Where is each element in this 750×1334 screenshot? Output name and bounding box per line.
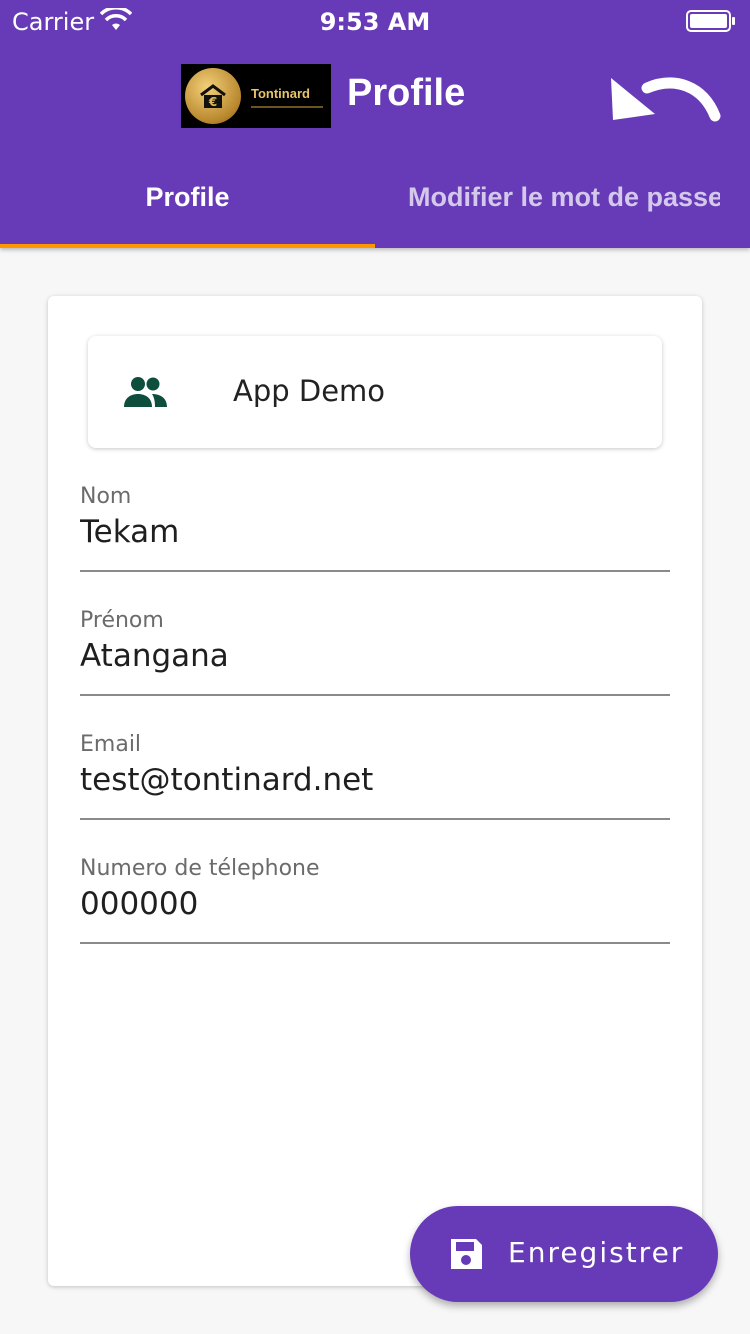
nom-input[interactable] [80,514,670,550]
account-card[interactable]: App Demo [88,336,662,448]
save-button[interactable]: Enregistrer [410,1206,718,1302]
logo-text: Tontinard [251,86,310,101]
tab-bar: Profile Modifier le mot de passe [0,150,750,248]
tab-indicator [0,244,375,248]
phone-field: Numero de télephone [80,856,670,952]
nom-label: Nom [80,484,132,509]
save-button-label: Enregistrer [508,1236,685,1269]
prenom-underline [80,694,670,696]
email-field: Email [80,732,670,828]
logo-tagline [251,106,323,108]
save-icon [448,1236,484,1272]
phone-label: Numero de télephone [80,856,320,881]
nom-field: Nom [80,484,670,580]
phone-underline [80,942,670,944]
status-bar: Carrier 9:53 AM [0,0,750,40]
app-bar: Carrier 9:53 AM € Tontinard Profile Prof… [0,0,750,248]
email-label: Email [80,732,142,757]
profile-card: App Demo Nom Prénom Email Numero de téle… [48,296,702,1286]
prenom-input[interactable] [80,638,670,674]
battery-icon [686,10,736,32]
status-time: 9:53 AM [319,8,431,36]
app-logo: € Tontinard [181,64,331,128]
prenom-label: Prénom [80,608,164,633]
svg-text:€: € [208,95,217,109]
tab-change-password[interactable]: Modifier le mot de passe [408,150,720,248]
prenom-field: Prénom [80,608,670,704]
account-name: App Demo [233,374,386,408]
tab-profile[interactable]: Profile [0,150,375,248]
logo-emblem-icon: € [185,68,241,124]
email-input[interactable] [80,762,670,798]
nom-underline [80,570,670,572]
page-title: Profile [347,72,466,114]
phone-input[interactable] [80,886,670,922]
undo-arrow-icon[interactable] [605,66,721,130]
group-icon [122,376,168,408]
email-underline [80,818,670,820]
